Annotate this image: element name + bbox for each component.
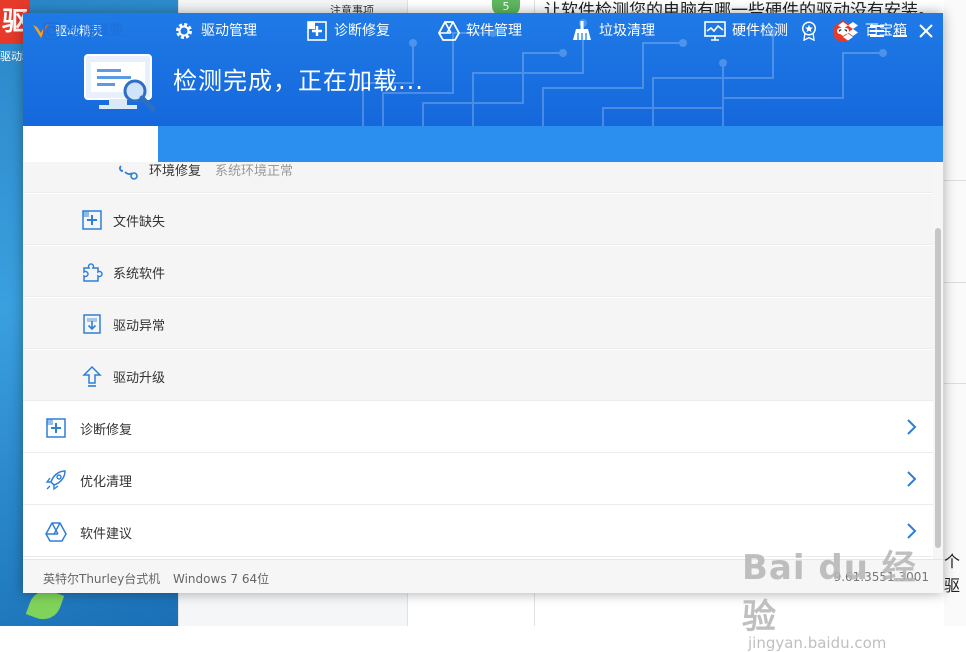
rocket-icon <box>45 470 66 491</box>
medical-kit-icon <box>82 210 102 230</box>
list-item-label: 驱动异常 <box>113 319 166 334</box>
list-item-system-software[interactable]: 系统软件 <box>23 246 933 297</box>
tab-diagnose-repair[interactable]: 诊断修复 <box>306 13 390 49</box>
list-item-env-repair: 环境修复 系统环境正常 <box>23 162 933 193</box>
article-right-gutter <box>944 0 966 626</box>
machine-info: 英特尔Thurley台式机 <box>43 572 161 586</box>
drive-icon <box>438 21 460 41</box>
gear-icon <box>176 23 192 39</box>
link-icon <box>119 165 138 180</box>
medical-kit-icon <box>307 21 327 41</box>
list-item-label: 系统软件 <box>113 267 166 282</box>
tab-overview[interactable]: 检测概要 <box>43 13 123 49</box>
tab-label: 硬件检测 <box>732 23 788 39</box>
list-item-driver-error[interactable]: 驱动异常 <box>23 298 933 349</box>
detect-result-list: 环境修复 系统环境正常 文件缺失 系统软件 驱动异常 驱动升级 诊断修复 优化清… <box>23 162 933 559</box>
tab-junk-clean[interactable]: 垃圾清理 <box>571 13 655 49</box>
watermark-url: jingyan.baidu.com <box>748 634 887 652</box>
tab-label: 驱动管理 <box>201 23 257 39</box>
upload-arrow-icon <box>82 365 102 387</box>
puzzle-icon <box>83 263 103 282</box>
tab-label: 垃圾清理 <box>599 23 655 39</box>
monitor-chart-icon <box>704 21 726 41</box>
chevron-right-icon[interactable] <box>905 470 917 488</box>
tab-label: 百宝箱 <box>865 23 907 39</box>
active-tab-background <box>23 126 158 162</box>
tab-hardware-detect[interactable]: 硬件检测 <box>704 13 788 49</box>
dropbox-icon <box>838 22 858 41</box>
list-item-optimize-clean[interactable]: 优化清理 <box>23 454 933 505</box>
chevron-right-icon[interactable] <box>905 418 917 436</box>
list-item-label: 环境修复 <box>149 164 202 179</box>
broom-icon <box>573 21 591 40</box>
close-icon[interactable] <box>919 21 933 41</box>
tab-driver-manage[interactable]: 驱动管理 <box>173 13 257 49</box>
chevron-right-icon[interactable] <box>905 522 917 540</box>
watermark-logo-text: Bai du 经验 <box>742 548 917 637</box>
detect-monitor-icon <box>84 54 156 112</box>
tab-label: 软件管理 <box>466 23 522 39</box>
tab-label: 检测概要 <box>67 23 123 39</box>
drive-icon <box>45 522 67 542</box>
list-item-label: 文件缺失 <box>113 215 166 230</box>
app-window: 驱动精灵 检测完成，正在加载... 检测概要 驱动管理 诊断修复 软件管理 垃圾… <box>23 13 943 593</box>
award-icon[interactable] <box>799 21 819 41</box>
tab-software-manage[interactable]: 软件管理 <box>438 13 522 49</box>
article-text-fragment: 个驱 <box>944 552 961 595</box>
download-box-icon <box>83 314 101 334</box>
scrollbar-thumb[interactable] <box>935 228 941 548</box>
list-item-label: 诊断修复 <box>80 423 133 438</box>
tab-label: 诊断修复 <box>334 23 390 39</box>
medical-kit-icon <box>46 418 66 438</box>
os-info: Windows 7 64位 <box>173 572 270 586</box>
tab-toolbox[interactable]: 百宝箱 <box>837 13 907 49</box>
scrollbar[interactable] <box>933 162 943 559</box>
baidu-watermark: Bai du 经验 jingyan.baidu.com <box>742 540 942 652</box>
list-item-label: 优化清理 <box>80 475 133 490</box>
list-item-file-missing[interactable]: 文件缺失 <box>23 194 933 245</box>
list-item-driver-upgrade[interactable]: 驱动升级 <box>23 350 933 401</box>
list-item-diagnose-repair[interactable]: 诊断修复 <box>23 402 933 453</box>
active-tab-wedge <box>140 126 176 162</box>
list-item-description: 系统环境正常 <box>215 164 294 179</box>
list-item-label: 驱动升级 <box>113 371 166 386</box>
list-item-label: 软件建议 <box>80 527 133 542</box>
detect-status-text: 检测完成，正在加载... <box>173 67 424 95</box>
refresh-icon <box>43 22 61 40</box>
